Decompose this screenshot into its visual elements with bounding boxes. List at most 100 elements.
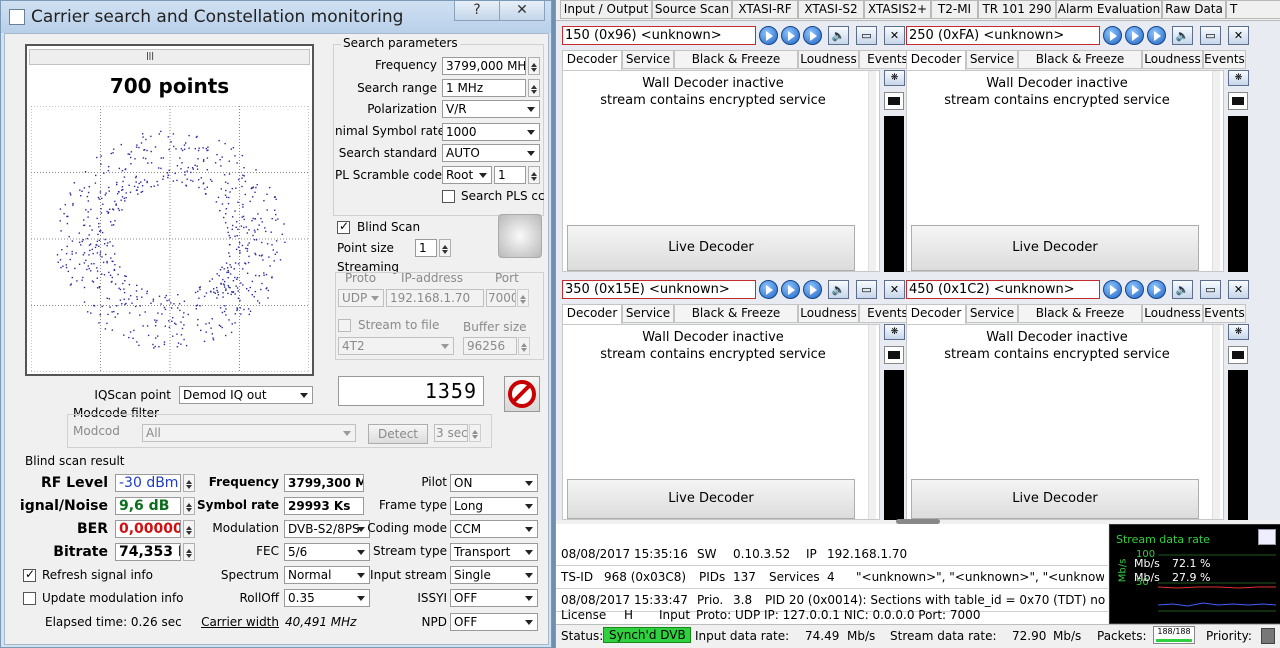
npd-select[interactable]: OFF: [450, 613, 538, 631]
monitor-icon[interactable]: ▭: [1200, 280, 1221, 299]
monitor-icon[interactable]: ▭: [856, 26, 877, 45]
iqscan-select[interactable]: Demod IQ out: [179, 386, 313, 404]
play-icon[interactable]: [1147, 280, 1166, 299]
modcode-select[interactable]: All: [142, 424, 356, 442]
point-size-spinner[interactable]: [439, 239, 451, 257]
settings-small-icon[interactable]: ❋: [884, 70, 905, 86]
polarization-select[interactable]: V/R: [442, 100, 540, 118]
stop-button[interactable]: [504, 376, 540, 412]
symbol-rate-select[interactable]: 1000: [442, 123, 540, 141]
play-icon[interactable]: [1103, 280, 1122, 299]
display-icon[interactable]: [1228, 92, 1248, 110]
frequency-input[interactable]: 3799,000 MHz: [442, 57, 526, 75]
buffer-size-spinner[interactable]: [518, 337, 530, 355]
detect-button[interactable]: Detect: [368, 424, 428, 444]
update-modulation-checkbox[interactable]: [23, 592, 36, 605]
blind-scan-checkbox[interactable]: [337, 219, 350, 234]
timer-spinner[interactable]: [469, 424, 481, 442]
tab-events[interactable]: Events: [1203, 304, 1246, 323]
spectrum-select[interactable]: Normal: [284, 566, 370, 584]
speaker-icon[interactable]: 🔈: [1172, 26, 1193, 45]
rf-spinner[interactable]: [183, 474, 195, 492]
tab-black-freeze[interactable]: Black & Freeze: [1018, 50, 1142, 69]
coding-mode-select[interactable]: CCM: [450, 520, 538, 538]
pls-value-input[interactable]: 1: [494, 166, 526, 184]
refresh-signal-checkbox[interactable]: [23, 567, 36, 582]
vertical-scrollbar[interactable]: [868, 325, 876, 519]
scroll-thumb-icon[interactable]: |||: [140, 51, 160, 63]
ber-spinner[interactable]: [183, 520, 195, 538]
play-icon[interactable]: [759, 280, 778, 299]
tab-more[interactable]: T: [1226, 0, 1280, 19]
port-input[interactable]: 7000: [486, 289, 516, 307]
tab-events[interactable]: Events: [1203, 50, 1246, 69]
monitor-icon[interactable]: ▭: [856, 280, 877, 299]
tab-source-scan[interactable]: Source Scan: [652, 0, 732, 19]
search-range-spinner[interactable]: [528, 79, 540, 97]
globe-scan-icon[interactable]: [498, 214, 542, 258]
tab-service[interactable]: Service: [966, 304, 1018, 323]
vertical-scrollbar[interactable]: [1212, 71, 1220, 271]
display-icon[interactable]: [884, 92, 904, 110]
tab-loudness[interactable]: Loudness: [798, 50, 859, 69]
search-range-input[interactable]: 1 MHz: [442, 79, 526, 97]
tab-service[interactable]: Service: [622, 304, 674, 323]
settings-small-icon[interactable]: ❋: [884, 324, 905, 340]
live-decoder-button[interactable]: Live Decoder: [911, 225, 1199, 271]
tab-loudness[interactable]: Loudness: [1142, 50, 1203, 69]
tools-icon[interactable]: ✕: [884, 280, 905, 299]
tab-raw-data[interactable]: Raw Data: [1162, 0, 1226, 19]
input-stream-select[interactable]: Single: [450, 566, 538, 584]
tab-service[interactable]: Service: [622, 50, 674, 69]
play-icon[interactable]: [1125, 26, 1144, 45]
tab-service[interactable]: Service: [966, 50, 1018, 69]
vertical-scrollbar[interactable]: [1212, 325, 1220, 519]
stream-to-file-checkbox[interactable]: [338, 319, 351, 332]
point-size-input[interactable]: 1: [415, 239, 437, 257]
tab-t2-mi[interactable]: T2-MI: [931, 0, 978, 19]
port-spinner[interactable]: [517, 289, 529, 307]
tools-icon[interactable]: ✕: [884, 26, 905, 45]
bitrate-spinner[interactable]: [183, 543, 195, 561]
live-decoder-button[interactable]: Live Decoder: [567, 479, 855, 519]
tab-tr-101-290[interactable]: TR 101 290: [978, 0, 1056, 19]
file-type-select[interactable]: 4T2: [338, 337, 454, 355]
ip-input[interactable]: 192.168.1.70: [386, 289, 484, 307]
sn-spinner[interactable]: [183, 497, 195, 515]
play-icon[interactable]: [781, 280, 800, 299]
horizontal-scrollbar[interactable]: |||: [29, 49, 310, 65]
play-icon[interactable]: [759, 26, 778, 45]
buffer-size-input[interactable]: 96256: [463, 337, 517, 355]
timer-input[interactable]: 3 sec: [434, 424, 468, 442]
tab-decoder[interactable]: Decoder: [562, 304, 622, 325]
tools-icon[interactable]: ✕: [1228, 26, 1249, 45]
tab-xtasi-s2[interactable]: XTASI-S2: [798, 0, 864, 19]
vertical-scrollbar[interactable]: [868, 71, 876, 271]
frame-type-select[interactable]: Long: [450, 497, 538, 515]
issyi-select[interactable]: OFF: [450, 589, 538, 607]
play-icon[interactable]: [1125, 280, 1144, 299]
tab-black-freeze[interactable]: Black & Freeze: [674, 304, 798, 323]
tab-black-freeze[interactable]: Black & Freeze: [1018, 304, 1142, 323]
tab-decoder[interactable]: Decoder: [906, 50, 966, 71]
tab-xtasis2-plus[interactable]: XTASIS2+: [864, 0, 931, 19]
live-decoder-button[interactable]: Live Decoder: [911, 479, 1199, 519]
tab-loudness[interactable]: Loudness: [798, 304, 859, 323]
settings-small-icon[interactable]: ❋: [1228, 324, 1249, 340]
frequency-spinner[interactable]: [528, 57, 540, 75]
help-button[interactable]: ?: [454, 1, 500, 21]
play-icon[interactable]: [1147, 26, 1166, 45]
chart-toggle-icon[interactable]: [1258, 529, 1276, 545]
tab-input-output[interactable]: Input / Output: [560, 0, 652, 19]
rolloff-select[interactable]: 0.35: [284, 589, 370, 607]
tab-loudness[interactable]: Loudness: [1142, 304, 1203, 323]
tab-black-freeze[interactable]: Black & Freeze: [674, 50, 798, 69]
speaker-icon[interactable]: 🔈: [828, 280, 849, 299]
pls-mode-select[interactable]: Root: [442, 166, 492, 184]
speaker-icon[interactable]: 🔈: [828, 26, 849, 45]
monitor-icon[interactable]: ▭: [1200, 26, 1221, 45]
stream-type-select[interactable]: Transport: [450, 543, 538, 561]
play-icon[interactable]: [1103, 26, 1122, 45]
settings-small-icon[interactable]: ❋: [1228, 70, 1249, 86]
pls-value-spinner[interactable]: [528, 166, 540, 184]
